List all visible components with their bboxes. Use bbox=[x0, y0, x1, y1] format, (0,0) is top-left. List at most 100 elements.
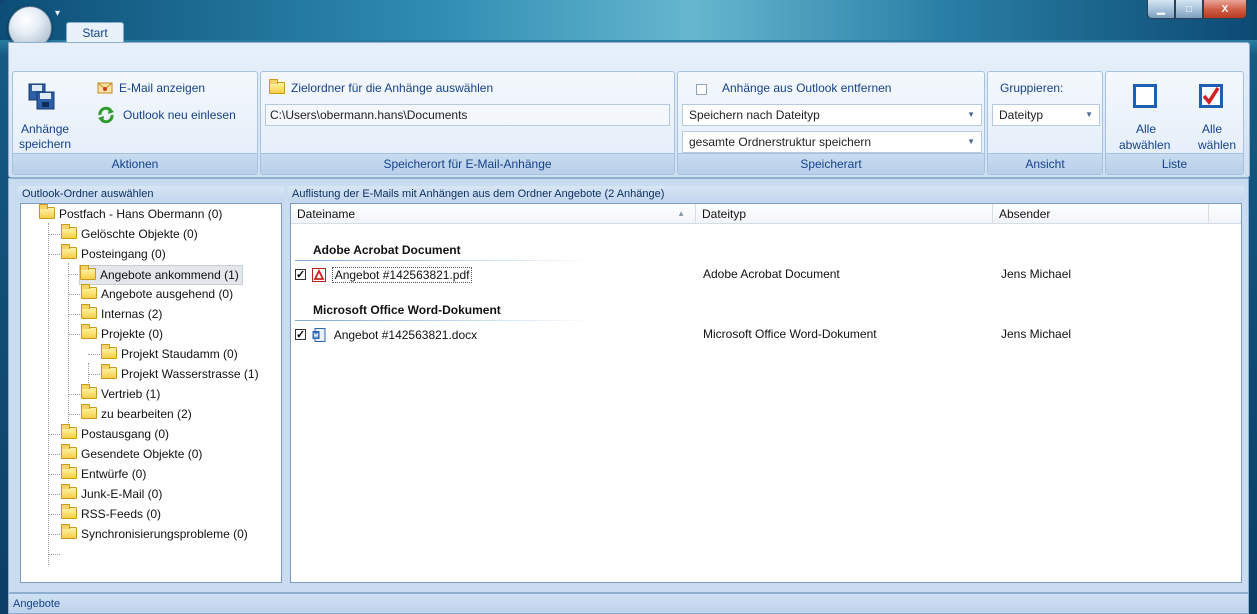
pdf-file-icon bbox=[312, 268, 327, 282]
select-all-label-2[interactable]: wählen bbox=[1198, 138, 1236, 152]
folder-icon bbox=[61, 444, 77, 459]
tree-node-sync[interactable]: Synchronisierungsprobleme (0) bbox=[61, 524, 248, 544]
file-name: Angebot #142563821.docx bbox=[333, 328, 478, 342]
group-speicherort: Zielordner für die Anhänge auswählen C:\… bbox=[260, 71, 675, 175]
list-panel-header: Auflistung der E-Mails mit Anhängen aus … bbox=[288, 186, 1244, 202]
tree-node-label: Postausgang (0) bbox=[81, 427, 170, 441]
target-path-field[interactable]: C:\Users\obermann.hans\Documents bbox=[265, 104, 670, 126]
folder-structure-select[interactable]: gesamte Ordnerstruktur speichern ▼ bbox=[682, 131, 982, 153]
ribbon-tabstrip: Start bbox=[8, 22, 1249, 44]
tree-node-label: Junk-E-Mail (0) bbox=[81, 487, 163, 501]
table-row[interactable]: Angebot #142563821.pdf bbox=[295, 266, 473, 284]
choose-target-folder-button[interactable]: Zielordner für die Anhänge auswählen bbox=[291, 81, 493, 95]
tree-node-label: Projekte (0) bbox=[101, 327, 164, 341]
tree-node-zu-bearbeiten[interactable]: zu bearbeiten (2) bbox=[81, 404, 192, 424]
word-file-icon bbox=[312, 328, 326, 342]
group-by-value: Dateityp bbox=[999, 108, 1044, 122]
folder-icon bbox=[39, 204, 55, 219]
select-all-label-1[interactable]: Alle bbox=[1202, 122, 1222, 136]
folder-icon bbox=[81, 384, 97, 399]
deselect-all-icon[interactable] bbox=[1133, 84, 1157, 111]
save-mode-select[interactable]: Speichern nach Dateityp ▼ bbox=[682, 104, 982, 126]
reload-outlook-button[interactable]: Outlook neu einlesen bbox=[123, 108, 236, 122]
group-label-speicherort: Speicherort für E-Mail-Anhänge bbox=[261, 153, 674, 174]
tree-node-label: Internas (2) bbox=[101, 307, 163, 321]
mail-icon bbox=[97, 81, 113, 98]
folder-icon bbox=[61, 424, 77, 439]
quick-access-dropdown[interactable]: ▾ bbox=[55, 8, 60, 19]
group-label-ansicht: Ansicht bbox=[988, 153, 1102, 174]
attachment-list: Dateiname ▲ Dateityp Absender Adobe Acro… bbox=[290, 203, 1242, 583]
group-label-liste: Liste bbox=[1106, 153, 1243, 174]
column-header-dateityp[interactable]: Dateityp bbox=[696, 204, 993, 224]
tree-node-label: Projekt Staudamm (0) bbox=[121, 347, 238, 361]
remove-from-outlook-checkbox[interactable] bbox=[696, 84, 707, 95]
folder-icon bbox=[81, 284, 97, 299]
tree-node-vertrieb[interactable]: Vertrieb (1) bbox=[81, 384, 160, 404]
tree-node-projekt-staudamm[interactable]: Projekt Staudamm (0) bbox=[101, 344, 238, 364]
tree-node-angebote-ankommend[interactable]: Angebote ankommend (1) bbox=[79, 265, 243, 285]
row-checkbox[interactable] bbox=[295, 266, 306, 284]
show-mail-button[interactable]: E-Mail anzeigen bbox=[119, 81, 205, 95]
tree-node-angebote-ausgehend[interactable]: Angebote ausgehend (0) bbox=[81, 284, 233, 304]
tree-node-postausgang[interactable]: Postausgang (0) bbox=[61, 424, 169, 444]
group-ansicht: Gruppieren: Dateityp ▼ Ansicht bbox=[987, 71, 1103, 175]
folder-icon bbox=[81, 404, 97, 419]
row-checkbox[interactable] bbox=[295, 326, 306, 344]
tree-node-internas[interactable]: Internas (2) bbox=[81, 304, 162, 324]
application-window: ▾ ▁ □ X Start Anhänge speichern E-Mail a… bbox=[0, 0, 1257, 614]
select-all-icon[interactable] bbox=[1199, 84, 1223, 111]
tree-node-label: RSS-Feeds (0) bbox=[81, 507, 162, 521]
sender-cell: Jens Michael bbox=[1001, 267, 1072, 281]
tree-node-label: Angebote ausgehend (0) bbox=[101, 287, 234, 301]
deselect-all-label-2[interactable]: abwählen bbox=[1119, 138, 1170, 152]
tree-node-rss[interactable]: RSS-Feeds (0) bbox=[61, 504, 161, 524]
tree-node-geloeschte[interactable]: Gelöschte Objekte (0) bbox=[61, 224, 198, 244]
folder-icon bbox=[81, 304, 97, 319]
tree-node-label: Entwürfe (0) bbox=[81, 467, 147, 481]
column-header-filler bbox=[1209, 204, 1241, 224]
minimize-button[interactable]: ▁ bbox=[1147, 0, 1175, 19]
window-controls: ▁ □ X bbox=[1147, 0, 1247, 19]
tree-node-gesendete[interactable]: Gesendete Objekte (0) bbox=[61, 444, 202, 464]
file-type-cell: Microsoft Office Word-Dokument bbox=[703, 327, 877, 341]
group-by-select[interactable]: Dateityp ▼ bbox=[992, 104, 1100, 126]
group-divider bbox=[295, 320, 595, 321]
chevron-down-icon: ▼ bbox=[1085, 110, 1093, 119]
folder-tree: Postfach - Hans Obermann (0) Gelöschte O… bbox=[20, 203, 282, 583]
folder-panel-header: Outlook-Ordner auswählen bbox=[18, 186, 284, 202]
tree-node-label: Synchronisierungsprobleme (0) bbox=[81, 527, 248, 541]
group-label-aktionen: Aktionen bbox=[13, 153, 257, 174]
group-header-pdf: Adobe Acrobat Document bbox=[313, 243, 461, 257]
save-mode-value: Speichern nach Dateityp bbox=[689, 108, 820, 122]
tree-node-projekte[interactable]: Projekte (0) bbox=[81, 324, 163, 344]
folder-icon bbox=[80, 265, 96, 280]
deselect-all-label-1[interactable]: Alle bbox=[1136, 122, 1156, 136]
refresh-icon bbox=[97, 106, 115, 127]
column-header-dateiname[interactable]: Dateiname ▲ bbox=[291, 204, 696, 224]
tree-node-entwuerfe[interactable]: Entwürfe (0) bbox=[61, 464, 146, 484]
sort-ascending-icon: ▲ bbox=[677, 209, 685, 218]
remove-from-outlook-label: Anhänge aus Outlook entfernen bbox=[722, 81, 892, 95]
maximize-button[interactable]: □ bbox=[1175, 0, 1203, 19]
folder-icon bbox=[61, 524, 77, 539]
tree-node-label: Posteingang (0) bbox=[81, 247, 166, 261]
tree-node-projekt-wasserstrasse[interactable]: Projekt Wasserstrasse (1) bbox=[101, 364, 259, 384]
tab-start[interactable]: Start bbox=[66, 22, 124, 44]
column-label: Absender bbox=[999, 207, 1051, 221]
sender-cell: Jens Michael bbox=[1001, 327, 1072, 341]
column-header-absender[interactable]: Absender bbox=[993, 204, 1209, 224]
tree-node-junk[interactable]: Junk-E-Mail (0) bbox=[61, 484, 162, 504]
table-row[interactable]: Angebot #142563821.docx bbox=[295, 326, 479, 344]
status-bar: Angebote bbox=[8, 593, 1249, 614]
tree-node-posteingang[interactable]: Posteingang (0) bbox=[61, 244, 166, 264]
group-speicherart: Anhänge aus Outlook entfernen Speichern … bbox=[677, 71, 985, 175]
save-attachments-label-2[interactable]: speichern bbox=[19, 137, 71, 151]
tree-node-label: zu bearbeiten (2) bbox=[101, 407, 192, 421]
group-aktionen: Anhänge speichern E-Mail anzeigen Outloo… bbox=[12, 71, 258, 175]
tree-node-postfach[interactable]: Postfach - Hans Obermann (0) bbox=[39, 204, 222, 224]
tree-node-label: Projekt Wasserstrasse (1) bbox=[121, 367, 259, 381]
close-button[interactable]: X bbox=[1203, 0, 1247, 19]
file-name: Angebot #142563821.pdf bbox=[331, 267, 473, 283]
save-attachments-label-1[interactable]: Anhänge bbox=[21, 122, 69, 136]
